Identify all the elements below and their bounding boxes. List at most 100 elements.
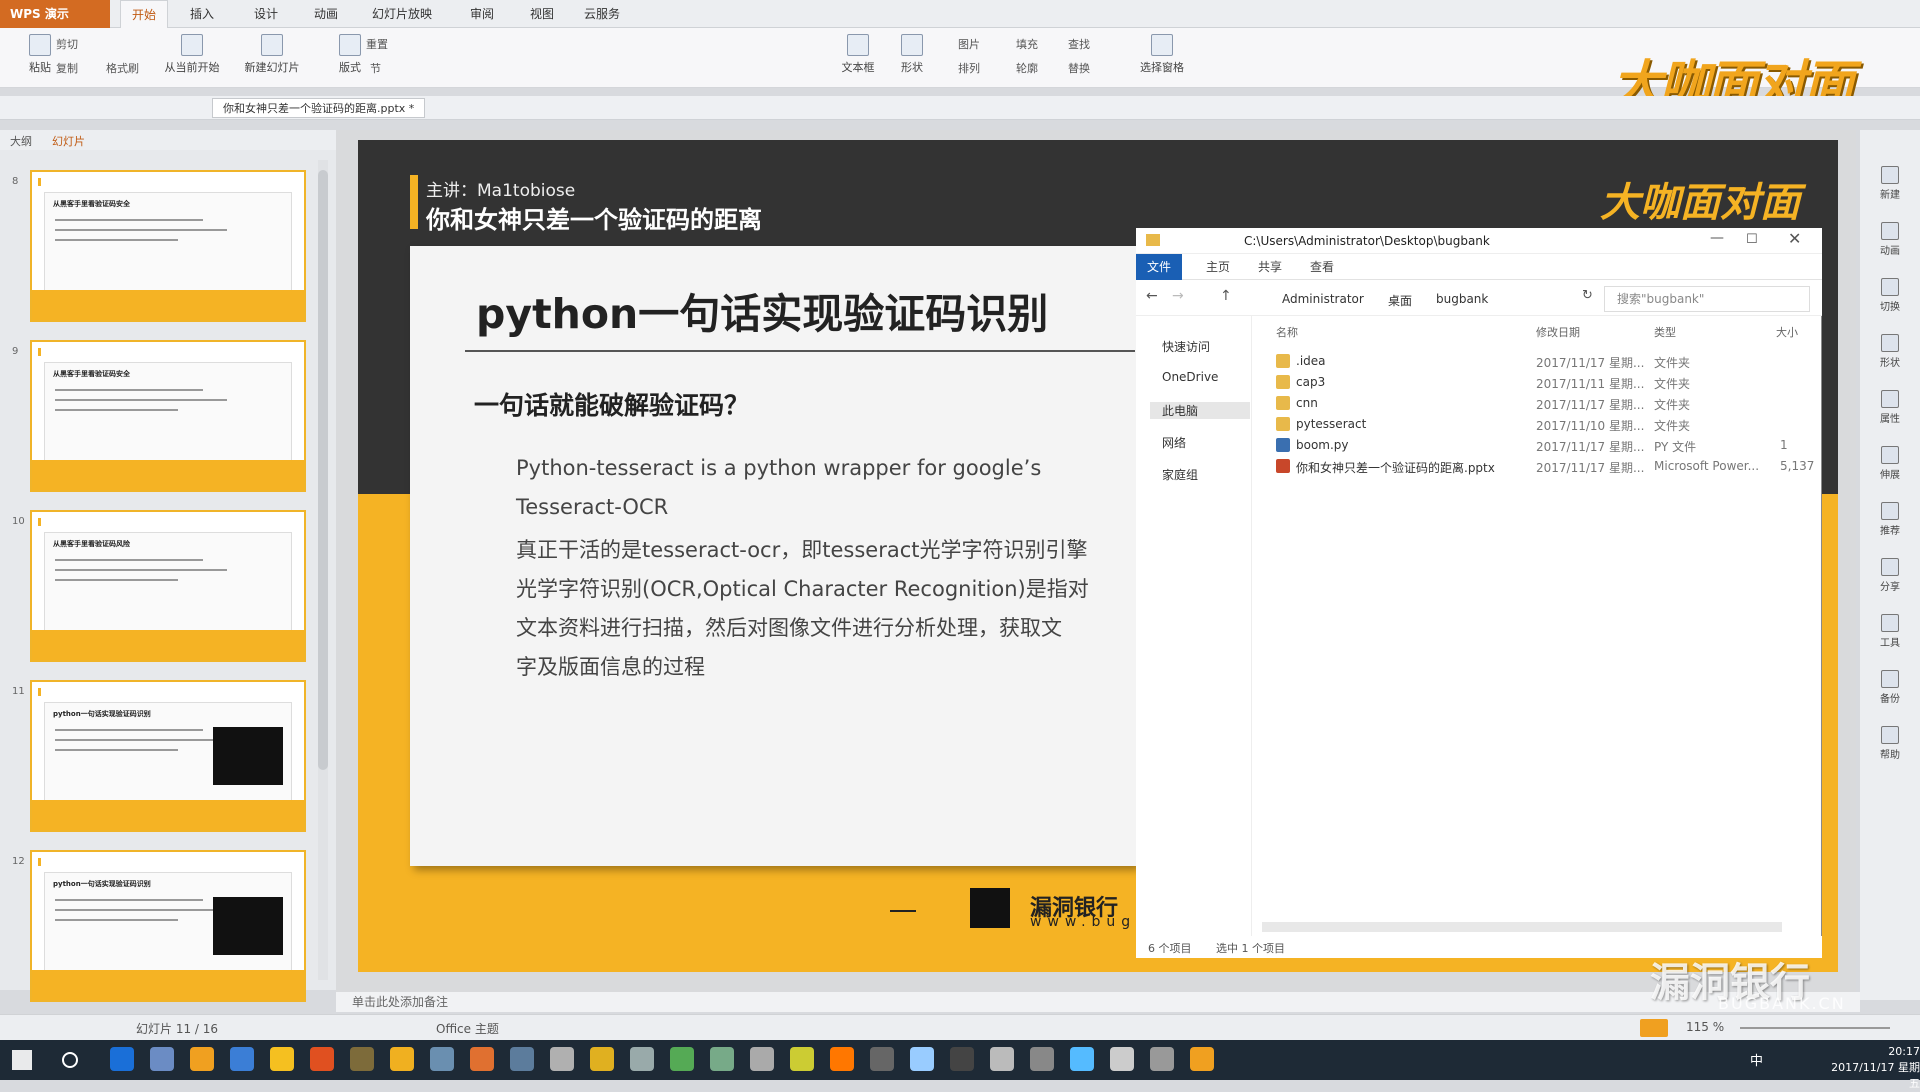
nav-quick-access[interactable]: 快速访问 <box>1162 338 1210 355</box>
selection-pane-button[interactable]: 选择窗格 <box>1130 34 1194 82</box>
menu-tab-5[interactable]: 审阅 <box>458 0 506 28</box>
toolbar-small-3[interactable]: 重置 <box>366 36 388 52</box>
toolbar-small-8[interactable]: 轮廓 <box>1016 60 1038 76</box>
up-arrow-icon[interactable]: ↑ <box>1220 288 1232 304</box>
thumbnail-scroll-thumb[interactable] <box>318 170 328 770</box>
refresh-icon[interactable]: ↻ <box>1582 288 1593 303</box>
taskbar-app-icon[interactable] <box>470 1047 494 1071</box>
taskbar-app-icon[interactable] <box>110 1047 134 1071</box>
nav-onedrive[interactable]: OneDrive <box>1162 370 1218 384</box>
taskbar-app-icon[interactable] <box>910 1047 934 1071</box>
explorer-tab-view[interactable]: 查看 <box>1310 258 1334 275</box>
column-date[interactable]: 修改日期 <box>1536 324 1580 340</box>
file-row[interactable]: cap3 2017/11/11 星期... 文件夹 <box>1276 373 1816 393</box>
file-row[interactable]: .idea 2017/11/17 星期... 文件夹 <box>1276 352 1816 372</box>
toolbar-small-1[interactable]: 复制 <box>56 60 78 76</box>
taskbar-app-icon[interactable] <box>750 1047 774 1071</box>
menu-tab-6[interactable]: 视图 <box>518 0 566 28</box>
taskbar-app-icon[interactable] <box>670 1047 694 1071</box>
breadcrumb-administrator[interactable]: Administrator <box>1282 292 1364 306</box>
start-windows-icon[interactable] <box>12 1050 32 1070</box>
explorer-horizontal-scrollbar[interactable] <box>1262 922 1782 932</box>
taskbar-app-icon[interactable] <box>630 1047 654 1071</box>
right-pane-item[interactable]: 新建 <box>1870 166 1910 201</box>
taskbar-app-icon[interactable] <box>1110 1047 1134 1071</box>
breadcrumb-bugbank[interactable]: bugbank <box>1436 292 1488 306</box>
right-pane-item[interactable]: 分享 <box>1870 558 1910 593</box>
right-pane-item[interactable]: 切换 <box>1870 278 1910 313</box>
slide-thumbnail[interactable]: 12 python一句话实现验证码识别 <box>12 850 306 1002</box>
forward-arrow-icon[interactable]: → <box>1172 288 1184 304</box>
zoom-slider[interactable] <box>1740 1027 1890 1029</box>
toolbar-small-7[interactable]: 排列 <box>958 60 980 76</box>
play-from-current-button[interactable]: 从当前开始 <box>160 34 224 82</box>
menu-tab-1[interactable]: 插入 <box>178 0 226 28</box>
taskbar-app-icon[interactable] <box>710 1047 734 1071</box>
maximize-icon[interactable]: ☐ <box>1746 232 1758 247</box>
explorer-tab-share[interactable]: 共享 <box>1258 258 1282 275</box>
new-slide-button[interactable]: 新建幻灯片 <box>240 34 304 82</box>
nav-network[interactable]: 网络 <box>1162 434 1186 451</box>
taskbar-app-icon[interactable] <box>310 1047 334 1071</box>
taskbar-app-icon[interactable] <box>550 1047 574 1071</box>
system-clock[interactable]: 20:17 2017/11/17 星期五 <box>1830 1044 1920 1092</box>
taskbar-app-icon[interactable] <box>590 1047 614 1071</box>
column-name[interactable]: 名称 <box>1276 324 1298 340</box>
toolbar-small-10[interactable]: 替换 <box>1068 60 1090 76</box>
notes-pane[interactable]: 单击此处添加备注 <box>336 992 1860 1012</box>
back-arrow-icon[interactable]: ← <box>1146 288 1158 304</box>
explorer-tab-home[interactable]: 主页 <box>1206 258 1230 275</box>
taskbar-app-icon[interactable] <box>1150 1047 1174 1071</box>
toolbar-small-2[interactable]: 格式刷 <box>106 60 139 76</box>
explorer-search-input[interactable]: 搜索"bugbank" <box>1604 286 1810 312</box>
nav-this-pc[interactable]: 此电脑 <box>1150 402 1250 419</box>
taskbar-app-icon[interactable] <box>1070 1047 1094 1071</box>
cortana-search-icon[interactable] <box>62 1052 78 1068</box>
menu-tab-2[interactable]: 设计 <box>242 0 290 28</box>
taskbar-app-icon[interactable] <box>430 1047 454 1071</box>
menu-tab-7[interactable]: 云服务 <box>578 0 626 28</box>
play-slideshow-icon[interactable] <box>1640 1019 1668 1037</box>
file-row[interactable]: 你和女神只差一个验证码的距离.pptx 2017/11/17 星期... Micro… <box>1276 457 1816 477</box>
slide-thumbnail[interactable]: 10 从黑客手里看验证码风险 <box>12 510 306 662</box>
taskbar-app-icon[interactable] <box>150 1047 174 1071</box>
taskbar-app-icon[interactable] <box>230 1047 254 1071</box>
right-pane-item[interactable]: 帮助 <box>1870 726 1910 761</box>
taskbar-app-icon[interactable] <box>950 1047 974 1071</box>
taskbar-app-icon[interactable] <box>1030 1047 1054 1071</box>
toolbar-small-4[interactable]: 节 <box>370 60 381 76</box>
file-row[interactable]: boom.py 2017/11/17 星期... PY 文件 1 <box>1276 436 1816 456</box>
file-row[interactable]: pytesseract 2017/11/10 星期... 文件夹 <box>1276 415 1816 435</box>
explorer-tab-file[interactable]: 文件 <box>1136 254 1182 280</box>
menu-tab-0[interactable]: 开始 <box>120 0 168 28</box>
toolbar-small-5[interactable]: 图片 <box>958 36 980 52</box>
taskbar-app-icon[interactable] <box>510 1047 534 1071</box>
minimize-icon[interactable]: — <box>1710 230 1724 246</box>
taskbar-app-icon[interactable] <box>350 1047 374 1071</box>
toolbar-small-6[interactable]: 填充 <box>1016 36 1038 52</box>
right-pane-item[interactable]: 推荐 <box>1870 502 1910 537</box>
taskbar-app-icon[interactable] <box>390 1047 414 1071</box>
tab-slides[interactable]: 幻灯片 <box>52 133 85 149</box>
file-row[interactable]: cnn 2017/11/17 星期... 文件夹 <box>1276 394 1816 414</box>
app-menu-button[interactable]: WPS 演示 <box>0 0 110 28</box>
column-size[interactable]: 大小 <box>1776 324 1798 340</box>
slide-thumbnail[interactable]: 8 从黑客手里看验证码安全 <box>12 170 306 322</box>
tab-outline[interactable]: 大纲 <box>10 133 32 149</box>
zoom-level[interactable]: 115 % <box>1686 1020 1724 1034</box>
close-icon[interactable]: ✕ <box>1788 229 1801 248</box>
taskbar-app-icon[interactable] <box>790 1047 814 1071</box>
right-pane-item[interactable]: 形状 <box>1870 334 1910 369</box>
right-pane-item[interactable]: 工具 <box>1870 614 1910 649</box>
right-pane-item[interactable]: 属性 <box>1870 390 1910 425</box>
taskbar-app-icon[interactable] <box>190 1047 214 1071</box>
right-pane-item[interactable]: 动画 <box>1870 222 1910 257</box>
right-pane-item[interactable]: 备份 <box>1870 670 1910 705</box>
menu-tab-3[interactable]: 动画 <box>302 0 350 28</box>
breadcrumb-desktop[interactable]: 桌面 <box>1388 292 1412 309</box>
document-tab[interactable]: 你和女神只差一个验证码的距离.pptx * <box>212 98 426 118</box>
taskbar-app-icon[interactable] <box>990 1047 1014 1071</box>
taskbar-app-icon[interactable] <box>830 1047 854 1071</box>
taskbar-app-icon[interactable] <box>870 1047 894 1071</box>
slide-thumbnail[interactable]: 11 python一句话实现验证码识别 <box>12 680 306 832</box>
